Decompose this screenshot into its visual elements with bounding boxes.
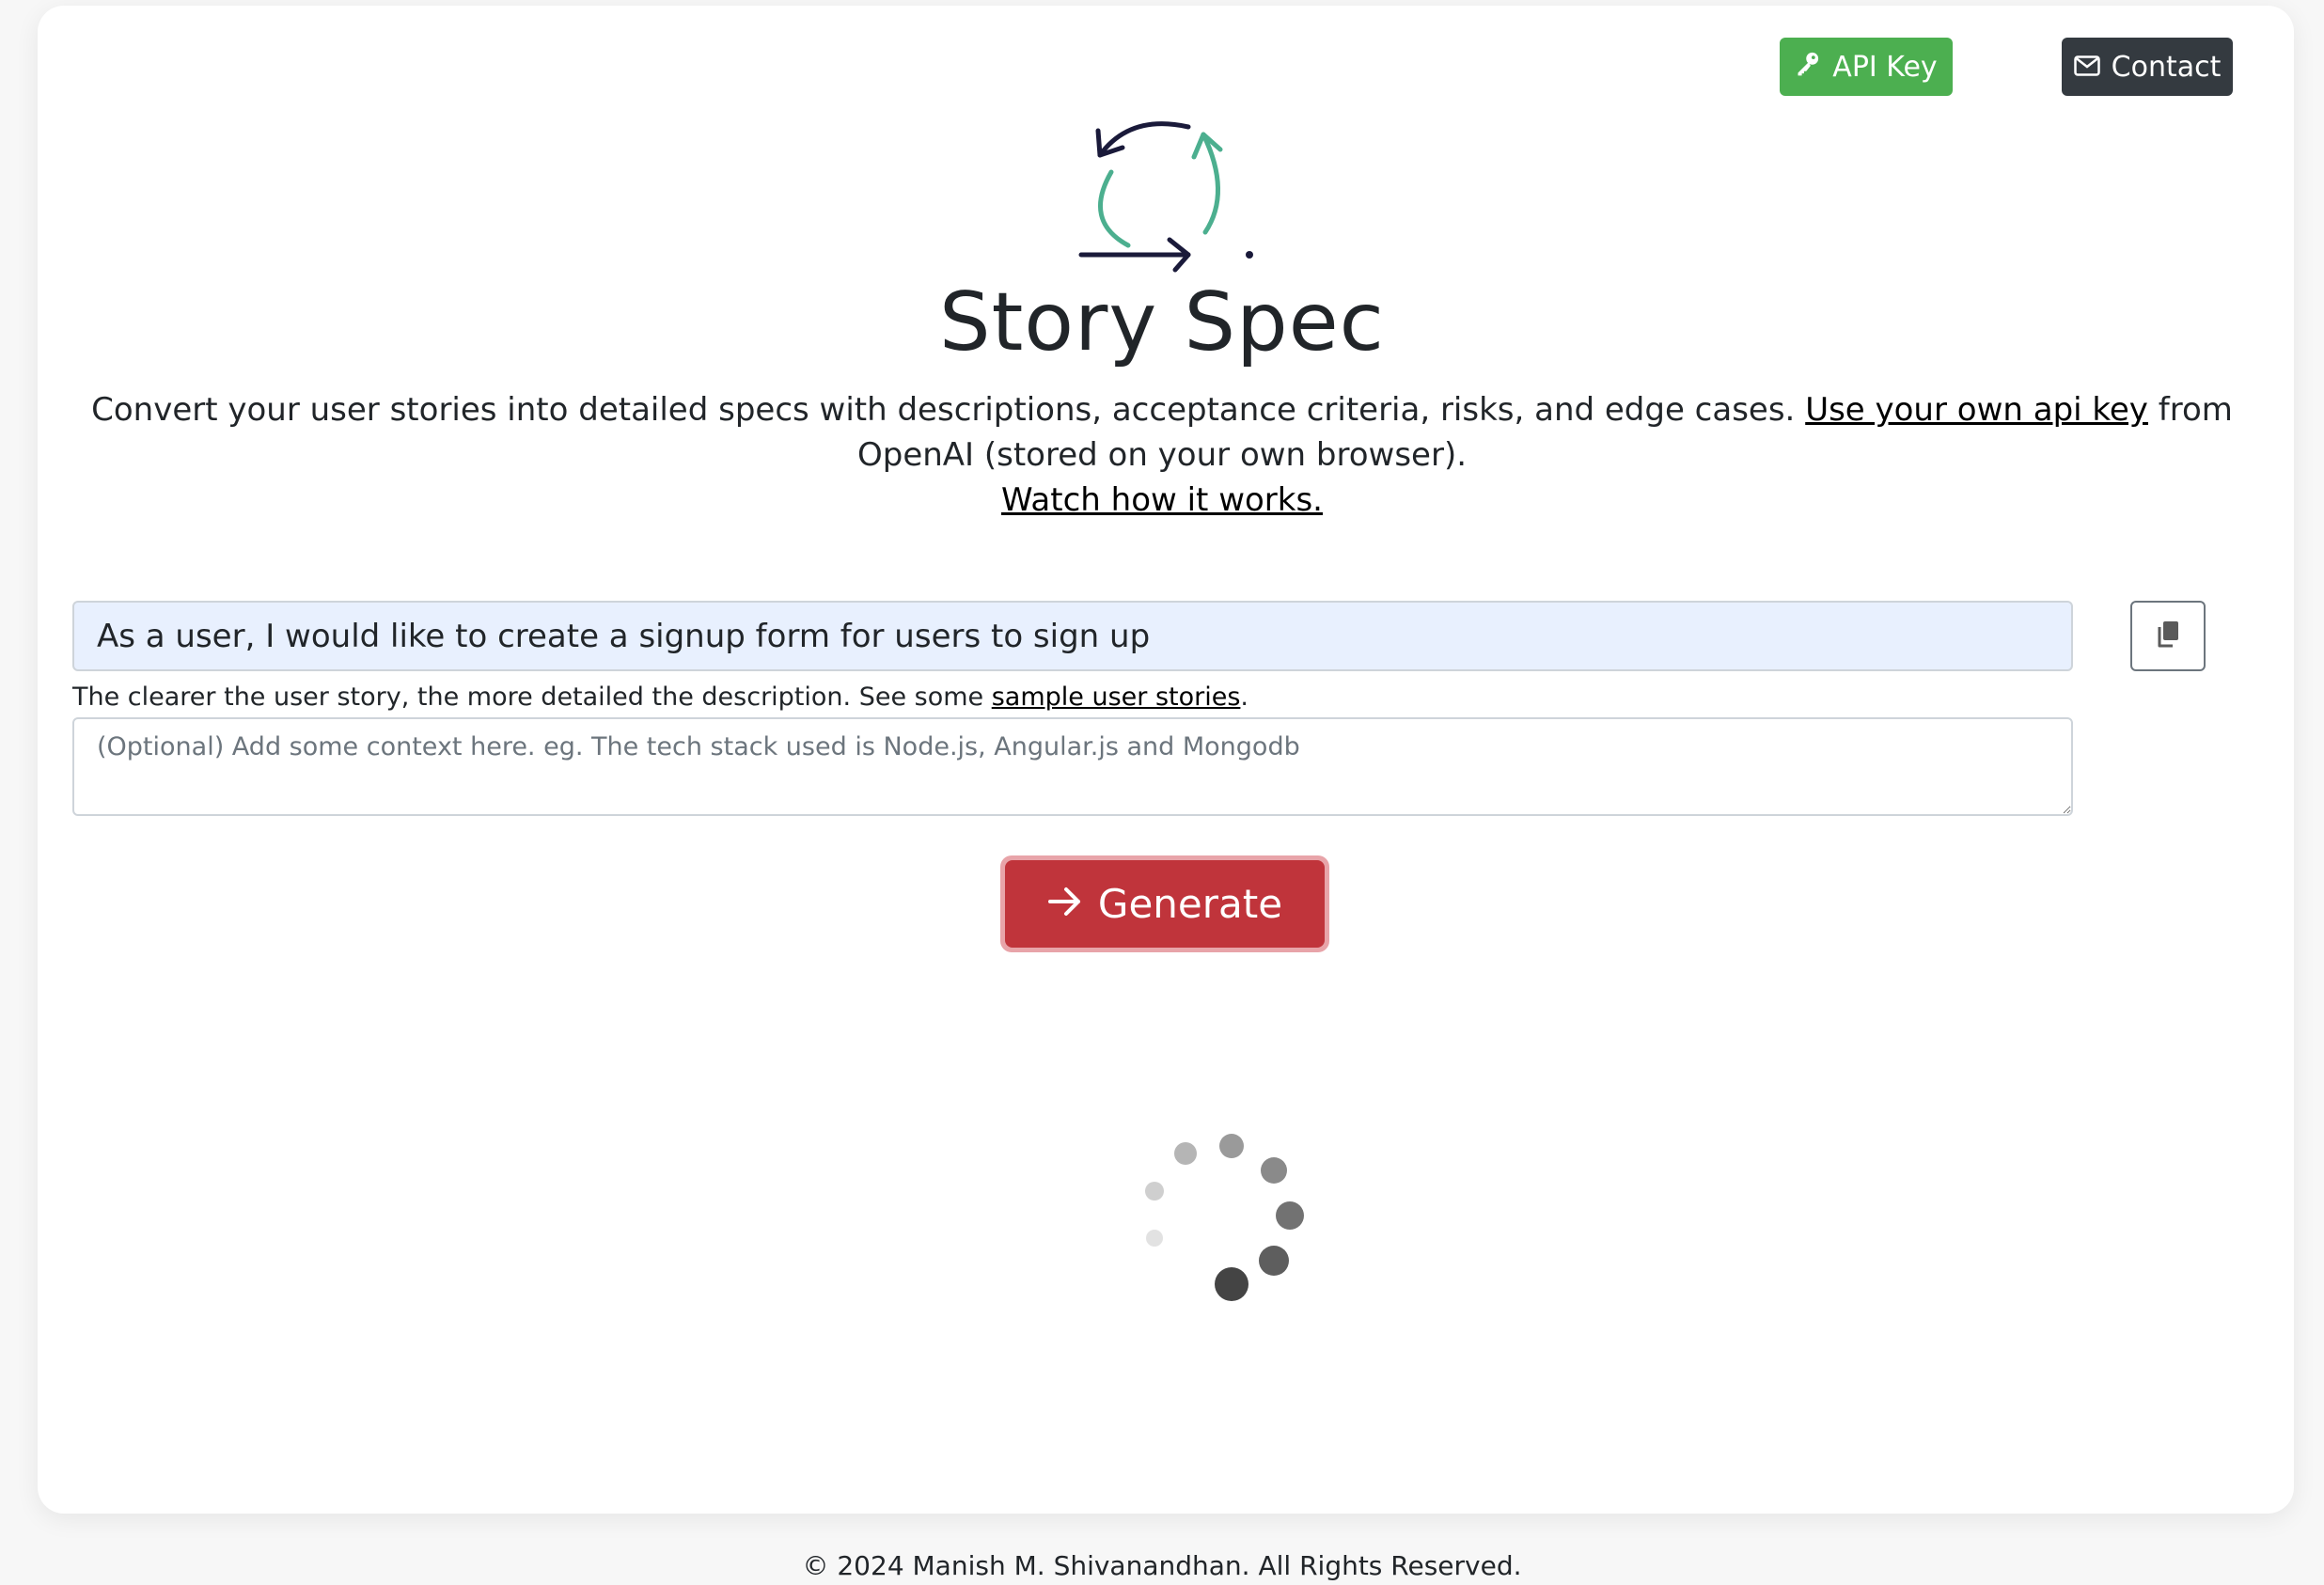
- page-description: Convert your user stories into detailed …: [75, 387, 2249, 523]
- generate-label: Generate: [1097, 881, 1283, 927]
- key-icon: [1795, 50, 1821, 84]
- story-hint: The clearer the user story, the more det…: [72, 680, 1248, 715]
- copy-button[interactable]: [2130, 601, 2206, 671]
- watch-how-it-works-link[interactable]: Watch how it works.: [1001, 481, 1323, 519]
- contact-button[interactable]: Contact: [2062, 38, 2233, 96]
- arrow-right-icon: [1047, 881, 1083, 927]
- cycle-arrows-icon: [1064, 108, 1271, 277]
- api-key-label: API Key: [1832, 50, 1938, 84]
- context-textarea[interactable]: [72, 717, 2073, 816]
- spinner-icon: [1132, 1128, 1320, 1316]
- sample-user-stories-link[interactable]: sample user stories: [992, 683, 1241, 712]
- generate-button[interactable]: Generate: [1005, 860, 1325, 948]
- description-prefix: Convert your user stories into detailed …: [91, 391, 1806, 429]
- user-story-input[interactable]: [72, 601, 2073, 671]
- contact-label: Contact: [2111, 50, 2222, 84]
- hint-suffix: .: [1240, 683, 1249, 712]
- envelope-icon: [2073, 51, 2100, 84]
- api-key-button[interactable]: API Key: [1780, 38, 1953, 96]
- page-title: Story Spec: [939, 275, 1385, 369]
- footer-text: © 2024 Manish M. Shivanandhan. All Right…: [802, 1550, 1522, 1581]
- hint-prefix: The clearer the user story, the more det…: [72, 683, 992, 712]
- generate-button-focus-ring: Generate: [1000, 855, 1329, 952]
- api-key-link[interactable]: Use your own api key: [1805, 391, 2148, 429]
- copy-icon: [2154, 620, 2182, 653]
